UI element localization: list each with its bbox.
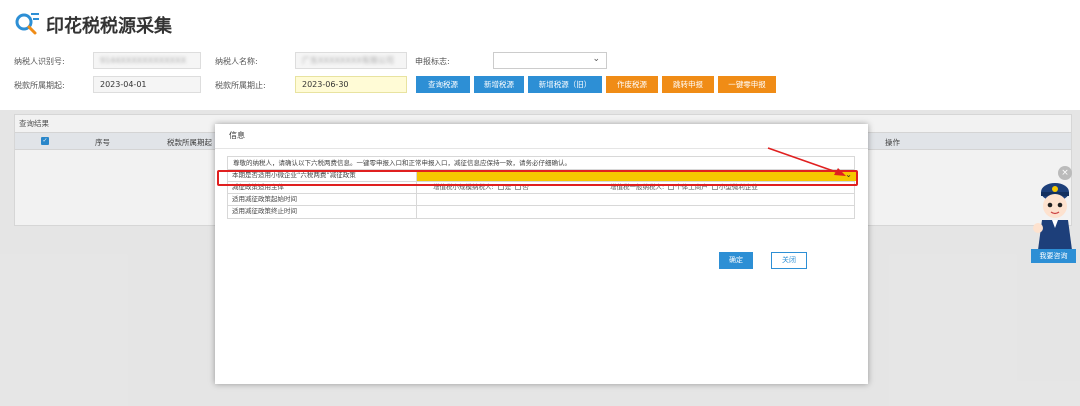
period-end-field[interactable]: 2023-06-30 xyxy=(295,76,407,93)
period-start-label: 税款所属期起: xyxy=(14,81,65,90)
search-list-icon xyxy=(15,13,39,35)
assistant-mascot-icon[interactable] xyxy=(1030,172,1080,252)
period-start-field[interactable]: 2023-04-01 xyxy=(93,76,201,93)
table-row: 适用减征政策起始时间 xyxy=(228,194,854,206)
taxpayer-id-label: 纳税人识别号: xyxy=(14,57,65,66)
close-icon[interactable]: × xyxy=(1058,166,1072,180)
dialog-title: 信息 xyxy=(229,131,245,140)
notice-text: 尊敬的纳税人，请确认以下六税两费信息。一键零申报入口和正常申报入口，减征信息应保… xyxy=(233,159,571,167)
query-form: 纳税人识别号: 9144XXXXXXXXXXXX 纳税人名称: 广东XXXXXX… xyxy=(0,48,1080,110)
declare-flag-select[interactable]: ⌄ xyxy=(493,52,607,69)
taxpayer-name-label: 纳税人名称: xyxy=(215,57,258,66)
confirm-button[interactable]: 确定 xyxy=(719,252,753,269)
taxpayer-name-field[interactable]: 广东XXXXXXXX有限公司 xyxy=(295,52,407,69)
chevron-down-icon: ⌄ xyxy=(592,54,600,64)
period-end-label: 税款所属期止: xyxy=(215,81,266,90)
add-source-button[interactable]: 新增税源 xyxy=(474,76,524,93)
page-header: 印花税税源采集 xyxy=(0,0,1080,48)
close-button[interactable]: 关闭 xyxy=(771,252,807,269)
query-source-button[interactable]: 查询税源 xyxy=(416,76,470,93)
jump-declare-button[interactable]: 跳转申报 xyxy=(662,76,714,93)
row-label: 适用减征政策起始时间 xyxy=(232,195,297,203)
one-click-zero-declare-button[interactable]: 一键零申报 xyxy=(718,76,776,93)
row-label: 适用减征政策终止时间 xyxy=(232,207,297,215)
page-title: 印花税税源采集 xyxy=(46,16,172,37)
taxpayer-id-field[interactable]: 9144XXXXXXXXXXXX xyxy=(93,52,201,69)
void-source-button[interactable]: 作废税源 xyxy=(606,76,658,93)
consult-button[interactable]: 我要咨询 xyxy=(1031,249,1076,263)
annotation-arrow-icon xyxy=(767,147,846,176)
table-row: 适用减征政策终止时间 xyxy=(228,206,854,218)
declare-flag-label: 申报标志: xyxy=(415,57,450,66)
add-source-old-button[interactable]: 新增税源（旧） xyxy=(528,76,602,93)
